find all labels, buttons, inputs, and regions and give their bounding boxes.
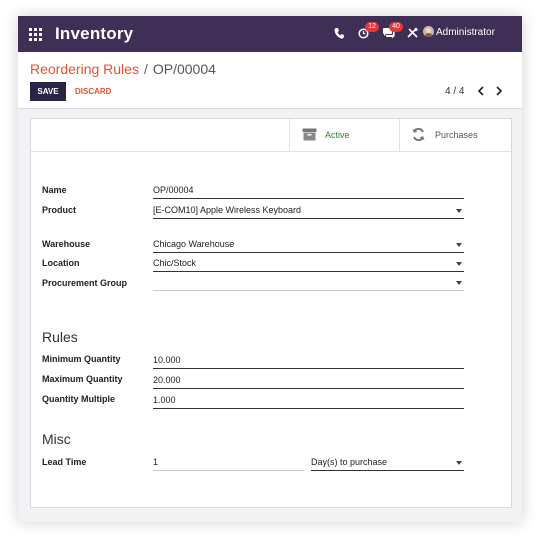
warehouse-label: Warehouse — [42, 239, 91, 249]
refresh-icon — [412, 127, 425, 142]
caret-down-icon — [456, 209, 462, 213]
pager-value[interactable]: 4 / 4 — [445, 86, 464, 97]
app-title[interactable]: Inventory — [55, 24, 133, 44]
lead-time-field[interactable]: 1 — [153, 456, 304, 471]
purchases-button[interactable]: Purchases — [399, 119, 512, 151]
qty-multiple-label: Quantity Multiple — [42, 394, 115, 404]
misc-section-title: Misc — [42, 431, 71, 447]
control-panel: Reordering Rules / OP/00004 SAVE DISCARD 4… — [18, 52, 522, 109]
warehouse-select[interactable]: Chicago Warehouse — [153, 238, 464, 253]
location-select[interactable]: Chic/Stock — [153, 257, 464, 272]
qty-multiple-field[interactable]: 1.000 — [153, 394, 464, 409]
caret-down-icon — [456, 281, 462, 285]
procurement-group-select[interactable] — [153, 276, 464, 291]
activity-badge: 12 — [365, 22, 379, 32]
name-field[interactable]: OP/00004 — [153, 184, 464, 199]
pager-next-button[interactable] — [492, 83, 506, 99]
top-navbar: Inventory 12 40 Administrator — [18, 16, 522, 52]
breadcrumb-parent-link[interactable]: Reordering Rules — [30, 61, 139, 77]
user-menu[interactable]: Administrator — [423, 26, 495, 38]
breadcrumb-separator: / — [143, 61, 148, 77]
caret-down-icon — [456, 262, 462, 266]
min-qty-label: Minimum Quantity — [42, 354, 121, 364]
debug-tools-icon[interactable] — [407, 26, 418, 42]
lead-time-unit-value: Day(s) to purchase — [311, 457, 388, 467]
messages-badge: 40 — [389, 22, 403, 32]
active-label: Active — [325, 130, 350, 140]
app-window: Inventory 12 40 Administrator Reordering… — [18, 16, 522, 522]
breadcrumb: Reordering Rules / OP/00004 — [30, 61, 216, 77]
location-label: Location — [42, 258, 80, 268]
max-qty-label: Maximum Quantity — [42, 374, 123, 384]
form-sheet: Active Purchases Name OP/00004 Product [… — [30, 118, 512, 508]
save-button[interactable]: SAVE — [30, 82, 66, 101]
lead-time-unit-select[interactable]: Day(s) to purchase — [311, 456, 464, 471]
lead-time-label: Lead Time — [42, 457, 87, 467]
product-select[interactable]: [E-COM10] Apple Wireless Keyboard — [153, 204, 464, 219]
purchases-label: Purchases — [435, 130, 478, 140]
procurement-group-label: Procurement Group — [42, 278, 128, 288]
caret-down-icon — [456, 461, 462, 465]
smart-button-box: Active Purchases — [31, 119, 511, 152]
activity-clock-icon[interactable]: 12 — [358, 22, 379, 42]
name-label: Name — [42, 185, 67, 195]
max-qty-field[interactable]: 20.000 — [153, 374, 464, 389]
product-label: Product — [42, 205, 77, 215]
min-qty-field[interactable]: 10.000 — [153, 354, 464, 369]
messages-icon[interactable]: 40 — [382, 22, 403, 42]
discard-button[interactable]: DISCARD — [75, 82, 111, 101]
archive-icon — [302, 128, 317, 141]
user-name: Administrator — [436, 27, 495, 38]
active-toggle-button[interactable]: Active — [289, 119, 400, 151]
location-value: Chic/Stock — [153, 258, 197, 268]
breadcrumb-current: OP/00004 — [152, 61, 216, 77]
chevron-left-icon — [477, 86, 484, 96]
pager-previous-button[interactable] — [474, 83, 488, 99]
apps-grid-icon[interactable] — [29, 28, 43, 41]
rules-section-title: Rules — [42, 329, 78, 345]
chevron-right-icon — [496, 86, 503, 96]
caret-down-icon — [456, 243, 462, 247]
phone-icon[interactable] — [334, 26, 344, 42]
warehouse-value: Chicago Warehouse — [153, 239, 235, 249]
user-avatar — [423, 26, 434, 37]
product-value: [E-COM10] Apple Wireless Keyboard — [153, 205, 302, 215]
